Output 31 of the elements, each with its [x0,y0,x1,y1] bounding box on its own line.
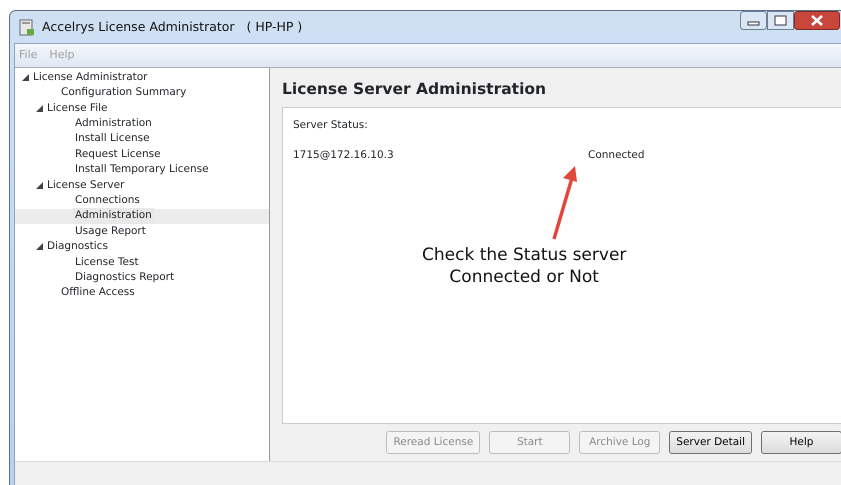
panel-title: License Server Administration [282,79,548,100]
tree-item[interactable]: Install License [73,131,152,148]
tree-item[interactable]: License Administrator [31,70,150,86]
tree-item[interactable]: Diagnostics [45,239,110,255]
window-title: Accelrys License Administrator ( HP-HP ) [42,18,302,36]
close-button[interactable] [794,11,840,30]
tree-item[interactable]: Administration [73,208,154,224]
tree-item[interactable]: License Server [45,178,126,194]
expanded-triangle-icon[interactable] [36,182,42,189]
tree-item[interactable]: Connections [73,192,142,209]
tree-item[interactable]: Usage Report [73,224,148,240]
expanded-triangle-icon[interactable] [22,74,28,82]
server-status-label: Server Status: [293,118,369,134]
minimize-button[interactable] [740,11,767,30]
tree-item[interactable]: Administration [73,116,154,132]
tree-item[interactable]: Offline Access [59,285,137,302]
expanded-triangle-icon[interactable] [36,243,42,250]
tree-item[interactable]: Configuration Summary [59,85,188,101]
maximize-button[interactable] [767,11,794,30]
tree-item[interactable]: Install Temporary License [73,162,211,178]
expanded-triangle-icon[interactable] [36,104,42,112]
tree-item[interactable]: License File [45,100,110,116]
tree-item[interactable]: Diagnostics Report [73,270,176,286]
tree-item[interactable]: Request License [73,146,163,163]
app-icon [18,18,35,36]
connection-status: Connected [588,148,645,163]
action-button[interactable]: Help [761,431,841,454]
action-button[interactable]: Server Detail [669,431,752,454]
server-address: 1715@172.16.10.3 [293,148,395,163]
tree-item[interactable]: License Test [73,254,141,270]
annotation-text: Check the Status server Connected or Not [422,244,626,288]
